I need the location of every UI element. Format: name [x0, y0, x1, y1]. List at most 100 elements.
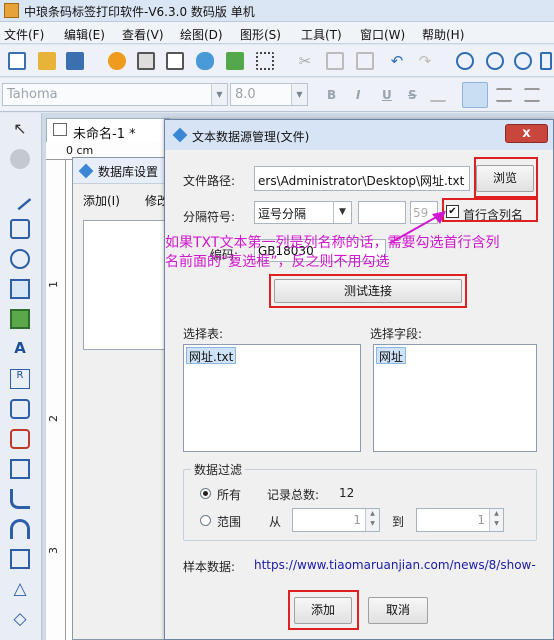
dialog-icon: [172, 127, 188, 143]
add-button-highlight: [288, 590, 359, 630]
spinner-arrows-icon: ▲ ▼: [365, 509, 379, 531]
qrcode-icon[interactable]: [10, 429, 30, 449]
data-filter-legend: 数据过滤: [191, 461, 246, 478]
vertical-ruler: 1 2 3: [46, 160, 66, 640]
menu-edit[interactable]: 编辑(E): [64, 26, 105, 43]
zoom-out-icon[interactable]: [486, 52, 504, 70]
open-icon[interactable]: [38, 52, 56, 70]
rectangle-icon[interactable]: [10, 219, 30, 239]
menu-window[interactable]: 窗口(W): [360, 26, 405, 43]
menu-view[interactable]: 查看(V): [122, 26, 164, 43]
sample-data-label: 样本数据:: [183, 560, 236, 574]
database-icon[interactable]: [196, 52, 214, 70]
print-preview-icon[interactable]: [166, 52, 184, 70]
document-tab-title: 未命名-1 *: [73, 127, 136, 142]
from-spinner[interactable]: 1 ▲ ▼: [292, 508, 380, 532]
strikethrough-button[interactable]: S: [408, 88, 417, 102]
barcode-icon[interactable]: [10, 399, 30, 419]
separator-select[interactable]: 逗号分隔 ▼: [254, 201, 352, 224]
select-table-label: 选择表:: [183, 327, 224, 341]
document-icon: [53, 123, 67, 136]
table-icon[interactable]: [10, 459, 30, 479]
new-icon[interactable]: [8, 52, 26, 70]
from-value: 1: [353, 513, 361, 527]
align-right-icon[interactable]: [524, 88, 540, 102]
app-title: 中琅条码标签打印软件-V6.3.0 数码版 单机: [24, 5, 255, 19]
file-path-field[interactable]: ers\Administrator\Desktop\网址.txt: [254, 166, 470, 191]
menu-shape[interactable]: 图形(S): [240, 26, 281, 43]
ruler-mark: 3: [47, 547, 60, 554]
line-icon[interactable]: [8, 187, 32, 211]
database-link-icon[interactable]: [226, 52, 244, 70]
close-button[interactable]: x: [505, 124, 548, 143]
annotation-arrow-icon: [389, 211, 446, 244]
sample-data-value: https://www.tiaomaruanjian.com/news/8/sh…: [254, 558, 536, 572]
text-icon[interactable]: A: [10, 339, 30, 359]
align-left-button[interactable]: [462, 82, 488, 108]
save-icon[interactable]: [66, 52, 84, 70]
menu-tools[interactable]: 工具(T): [301, 26, 342, 43]
cut-icon[interactable]: ✂: [296, 52, 314, 70]
range-radio[interactable]: [200, 515, 211, 526]
dialog-title: 文本数据源管理(文件): [192, 130, 310, 144]
menu-help[interactable]: 帮助(H): [422, 26, 464, 43]
cancel-button[interactable]: 取消: [368, 597, 428, 624]
zoom-page-icon[interactable]: [540, 52, 552, 70]
picture-icon[interactable]: [10, 309, 30, 329]
db-add-menu[interactable]: 添加(I): [83, 192, 120, 209]
main-toolbar: ✂ ↶ ↷: [0, 45, 554, 77]
menu-file[interactable]: 文件(F): [4, 26, 44, 43]
chevron-down-icon: ▼: [291, 84, 307, 105]
title-bar: 中琅条码标签打印软件-V6.3.0 数码版 单机: [0, 0, 554, 22]
document-tab[interactable]: 未命名-1 *: [46, 118, 170, 142]
arc-icon[interactable]: [10, 519, 30, 539]
spinner-arrows-icon: ▲ ▼: [489, 509, 503, 531]
field-list-item[interactable]: 网址: [376, 347, 407, 364]
pointer-icon[interactable]: ↖: [10, 119, 30, 139]
char-spacing-icon[interactable]: [430, 88, 446, 102]
range-label: 范围: [217, 515, 242, 529]
copy-icon[interactable]: [326, 52, 344, 70]
grid-icon[interactable]: [256, 52, 274, 70]
image-icon[interactable]: [10, 279, 30, 299]
record-total-value: 12: [339, 486, 355, 500]
print-icon[interactable]: [137, 52, 155, 70]
undo-icon[interactable]: ↶: [388, 52, 406, 70]
app-logo-icon: [4, 3, 19, 18]
all-radio[interactable]: [200, 488, 211, 499]
ruler-mark: 1: [47, 281, 60, 288]
browse-highlight: [474, 157, 538, 198]
font-size-select[interactable]: 8.0 ▼: [230, 83, 308, 106]
database-icon: [78, 163, 94, 179]
font-select[interactable]: Tahoma ▼: [2, 83, 228, 106]
zoom-fit-icon[interactable]: [514, 52, 532, 70]
file-path-label: 文件路径:: [183, 174, 236, 188]
bold-button[interactable]: B: [327, 88, 336, 102]
underline-button[interactable]: U: [382, 88, 392, 102]
align-center-icon[interactable]: [496, 88, 512, 102]
table-list[interactable]: 网址.txt: [183, 344, 361, 452]
redo-icon[interactable]: ↷: [416, 52, 434, 70]
select-field-label: 选择字段:: [370, 327, 423, 341]
table-list-item[interactable]: 网址.txt: [186, 347, 237, 364]
ellipse-icon[interactable]: [10, 249, 30, 269]
font-size-value: 8.0: [235, 87, 256, 102]
separator-label: 分隔符号:: [183, 210, 236, 224]
field-list[interactable]: 网址: [373, 344, 537, 452]
zoom-in-icon[interactable]: [456, 52, 474, 70]
italic-button[interactable]: I: [356, 88, 360, 102]
polygon-icon[interactable]: [10, 549, 30, 569]
pan-icon[interactable]: [10, 149, 30, 169]
curve-icon[interactable]: [10, 489, 30, 509]
triangle-icon[interactable]: △: [10, 579, 30, 599]
separator-value: 逗号分隔: [258, 207, 307, 221]
paste-icon[interactable]: [356, 52, 374, 70]
font-value: Tahoma: [7, 87, 58, 102]
ruler-unit: 0 cm: [66, 144, 94, 157]
menu-draw[interactable]: 绘图(D): [180, 26, 223, 43]
database-settings-title: 数据库设置: [98, 165, 159, 179]
rich-text-icon[interactable]: R: [10, 369, 30, 389]
settings-icon[interactable]: [108, 52, 126, 70]
diamond-icon[interactable]: ◇: [10, 609, 30, 629]
to-spinner[interactable]: 1 ▲ ▼: [416, 508, 504, 532]
